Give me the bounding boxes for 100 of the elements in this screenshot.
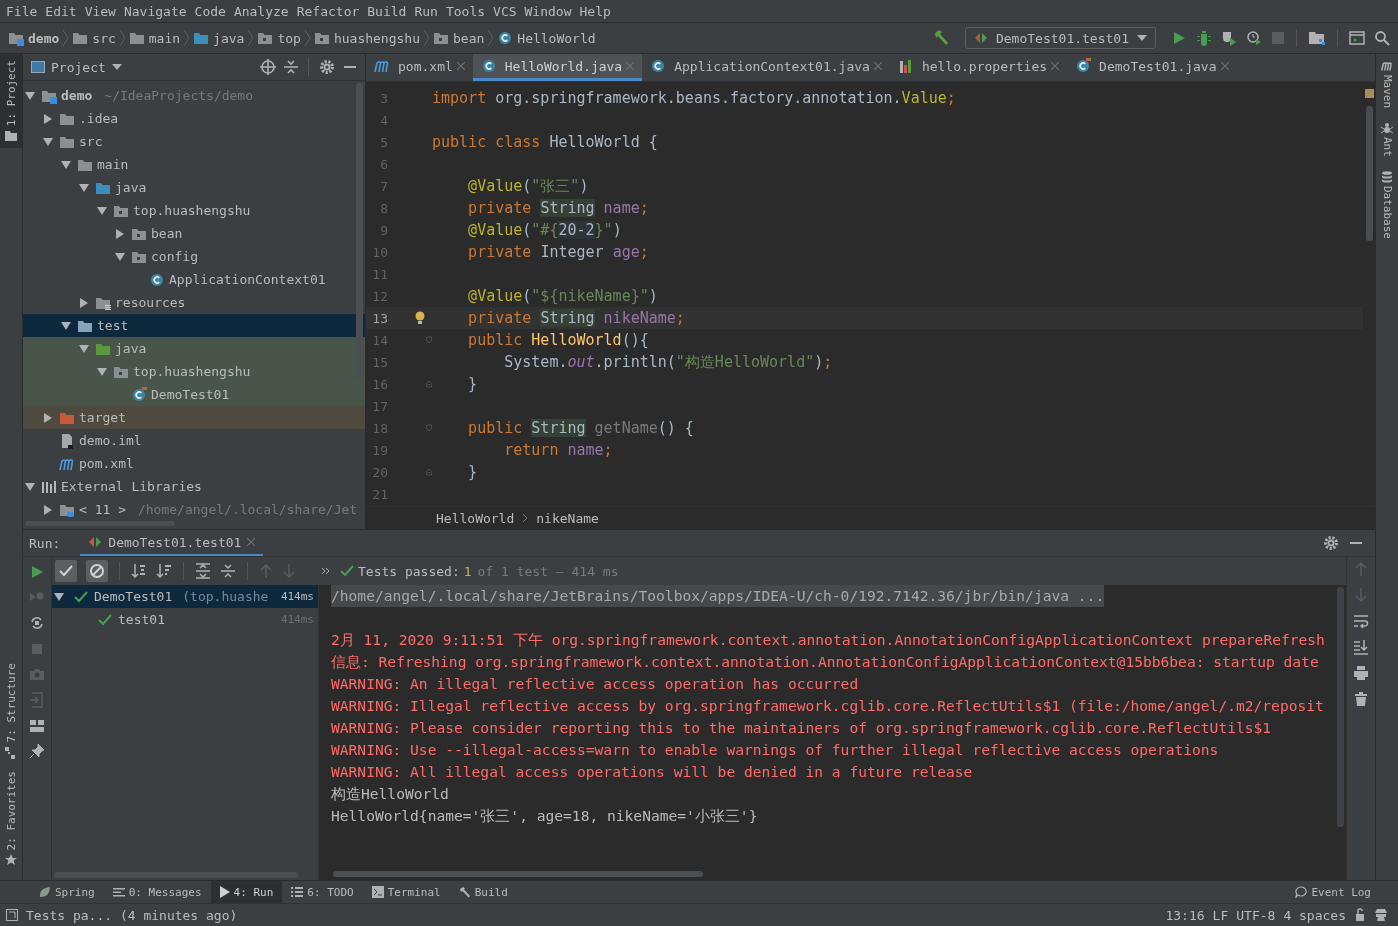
menu-item[interactable]: VCS [493,3,517,19]
expand-arrow-icon[interactable] [61,320,71,331]
tool-window-button[interactable]: 6: TODO [282,881,363,903]
menu-item[interactable]: Run [414,3,438,19]
collapse-arrow-icon[interactable] [43,113,53,124]
print-icon[interactable] [1353,665,1369,681]
expand-arrow-icon[interactable] [79,343,89,354]
menu-item[interactable]: View [84,3,116,19]
menu-item[interactable]: Analyze [233,3,289,19]
tree-item[interactable]: java [23,176,365,199]
show-ignored-toggle[interactable] [86,560,108,582]
breadcrumb[interactable]: HelloWorld [436,510,515,526]
sort-by-duration-icon[interactable] [156,563,172,579]
tree-item[interactable]: target [23,406,365,429]
tool-window-button[interactable]: Database [1376,171,1398,239]
sort-alphabetically-icon[interactable] [131,563,147,579]
scrollbar-thumb[interactable] [333,871,703,877]
status-field[interactable]: 4 spaces [1283,907,1346,923]
expand-all-icon[interactable] [195,563,211,579]
tree-item[interactable]: config [23,245,365,268]
search-icon[interactable] [1374,30,1390,46]
tree-item[interactable]: .idea [23,107,365,130]
lightbulb-icon[interactable] [414,311,426,325]
menu-item[interactable]: Window [524,3,572,19]
tool-window-button[interactable]: 2: Favorites [0,764,22,872]
expand-arrow-icon[interactable] [79,182,89,193]
tree-item[interactable]: test [23,314,365,337]
breadcrumb[interactable]: nikeName [536,510,599,526]
editor-tab[interactable]: HelloWorld.java [472,54,643,81]
tree-item[interactable]: bean [23,222,365,245]
trash-icon[interactable] [1354,691,1368,707]
tool-window-button[interactable]: Build [449,881,517,903]
tool-window-button[interactable]: Terminal [362,881,450,903]
editor-tab[interactable]: DemoTest01.java [1067,54,1237,81]
expand-arrow-icon[interactable] [54,591,64,602]
layout-icon[interactable] [29,719,45,733]
editor-tab[interactable]: ApplicationContext01.java [642,54,890,81]
run-tab[interactable]: DemoTest01.test01 [80,530,264,556]
locate-icon[interactable] [260,59,276,75]
menu-item[interactable]: Tools [445,3,486,19]
tree-item[interactable]: DemoTest01 [23,383,365,406]
menu-item[interactable]: Navigate [123,3,187,19]
breadcrumb[interactable]: top [257,30,301,46]
show-passed-toggle[interactable] [55,560,77,582]
editor-tab[interactable]: hello.properties [889,54,1068,81]
tree-item[interactable]: top.huashengshu [23,199,365,222]
more-icon[interactable] [321,567,331,575]
tool-window-button[interactable]: 0: Messages [103,881,211,903]
breadcrumb[interactable]: src [72,30,116,46]
run-configuration-dropdown[interactable]: DemoTest01.test01 [964,27,1156,49]
tool-window-button[interactable]: 4: Run [210,881,283,903]
scrollbar-thumb[interactable] [1365,106,1373,241]
expand-arrow-icon[interactable] [61,159,71,170]
debug-icon[interactable] [1196,30,1212,46]
expand-arrow-icon[interactable] [25,90,35,101]
collapse-arrow-icon[interactable] [79,297,89,308]
warning-indicator-icon[interactable] [1364,89,1374,98]
tool-window-button[interactable]: Maven [1376,60,1398,109]
settings-icon[interactable] [319,59,335,75]
test-item[interactable]: DemoTest01 (top.huashe 414ms [52,585,318,608]
breadcrumb[interactable]: java [193,30,245,46]
project-structure-icon[interactable] [1308,30,1326,46]
tree-item[interactable]: pom.xml [23,452,365,475]
tree-item[interactable]: External Libraries [23,475,365,498]
window-icon[interactable] [1349,30,1365,46]
menu-item[interactable]: Code [194,3,226,19]
expand-arrow-icon[interactable] [25,481,35,492]
panel-toggle-icon[interactable] [6,909,18,921]
breadcrumb[interactable]: bean [433,30,485,46]
scrollbar-thumb[interactable] [1337,587,1344,827]
tool-window-button[interactable]: 7: Structure [0,657,22,765]
tree-item[interactable]: top.huashengshu [23,360,365,383]
breadcrumb[interactable]: huashengshu [313,30,420,46]
scroll-to-end-icon[interactable] [1353,639,1369,655]
collapse-arrow-icon[interactable] [43,412,53,423]
menu-item[interactable]: Refactor [296,3,360,19]
menu-item[interactable]: File [6,3,38,19]
breadcrumb[interactable]: demo [8,30,60,46]
tree-item[interactable]: resources [23,291,365,314]
breadcrumb[interactable]: HelloWorld [497,30,596,46]
status-message[interactable]: Tests pa... (4 minutes ago) [26,907,238,923]
tool-window-button[interactable]: 1: Project [0,54,22,149]
editor-tab[interactable]: pom.xml [366,54,473,81]
tree-item[interactable]: main [23,153,365,176]
expand-arrow-icon[interactable] [97,366,107,377]
status-field[interactable]: LF [1212,907,1229,923]
scrollbar-thumb[interactable] [356,83,363,379]
tree-item[interactable]: demo ~/IdeaProjects/demo [23,84,365,107]
profile-icon[interactable] [1246,30,1262,46]
tree-item[interactable]: demo.iml [23,429,365,452]
expand-arrow-icon[interactable] [97,205,107,216]
tree-item[interactable]: java [23,337,365,360]
coverage-icon[interactable] [1221,30,1237,46]
menu-item[interactable]: Help [579,3,611,19]
collapse-all-icon[interactable] [220,563,236,579]
status-field[interactable]: UTF-8 [1236,907,1276,923]
status-field[interactable]: 13:16 [1165,907,1205,923]
event-log-button[interactable]: Event Log [1286,881,1380,903]
tree-item[interactable]: < 11 > /home/angel/.local/share/Jet [23,498,365,521]
collapse-arrow-icon[interactable] [115,228,125,239]
